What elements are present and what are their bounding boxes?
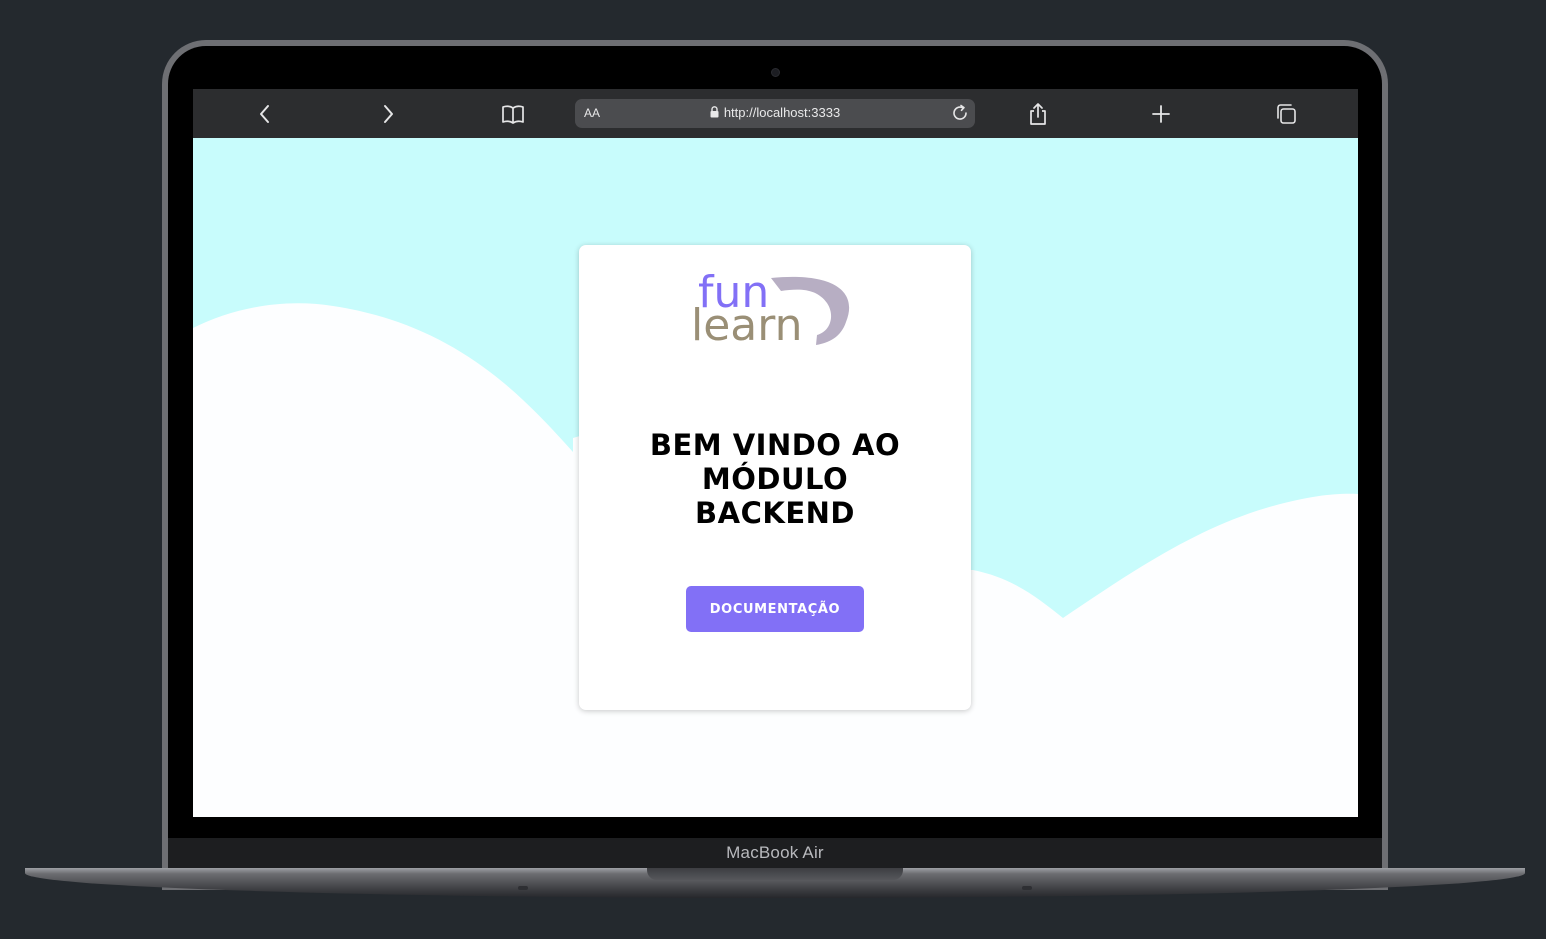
reload-icon[interactable] — [951, 104, 969, 127]
url-text[interactable]: http://localhost:3333 — [724, 105, 840, 120]
title-line-1: BEM VINDO AO MÓDULO — [649, 428, 901, 496]
browser-toolbar: AA http://localhost:3333 — [193, 89, 1358, 138]
lock-icon — [710, 106, 719, 121]
page-title: BEM VINDO AO MÓDULO BACKEND — [579, 428, 971, 530]
back-icon[interactable] — [252, 101, 278, 127]
bookmarks-icon[interactable] — [500, 101, 526, 127]
welcome-card: fun learn BEM VINDO AO MÓDULO BACKEND DO… — [579, 245, 971, 710]
documentation-button[interactable]: DOCUMENTAÇÃO — [686, 586, 864, 632]
funlearn-logo: fun learn — [691, 267, 850, 351]
browser-window: AA http://localhost:3333 fun learn BEM V… — [193, 89, 1358, 817]
web-page: fun learn BEM VINDO AO MÓDULO BACKEND DO… — [193, 138, 1358, 817]
new-tab-icon[interactable] — [1148, 101, 1174, 127]
share-icon[interactable] — [1025, 101, 1051, 127]
device-label: MacBook Air — [726, 843, 824, 862]
camera-icon — [771, 68, 780, 77]
title-line-2: BACKEND — [695, 496, 855, 530]
laptop-foot — [1022, 886, 1032, 890]
logo-learn-text: learn — [691, 300, 802, 351]
laptop-foot — [518, 886, 528, 890]
forward-icon[interactable] — [375, 101, 401, 127]
tabs-icon[interactable] — [1273, 101, 1299, 127]
laptop-notch — [647, 868, 903, 880]
address-bar[interactable]: AA http://localhost:3333 — [575, 99, 975, 128]
